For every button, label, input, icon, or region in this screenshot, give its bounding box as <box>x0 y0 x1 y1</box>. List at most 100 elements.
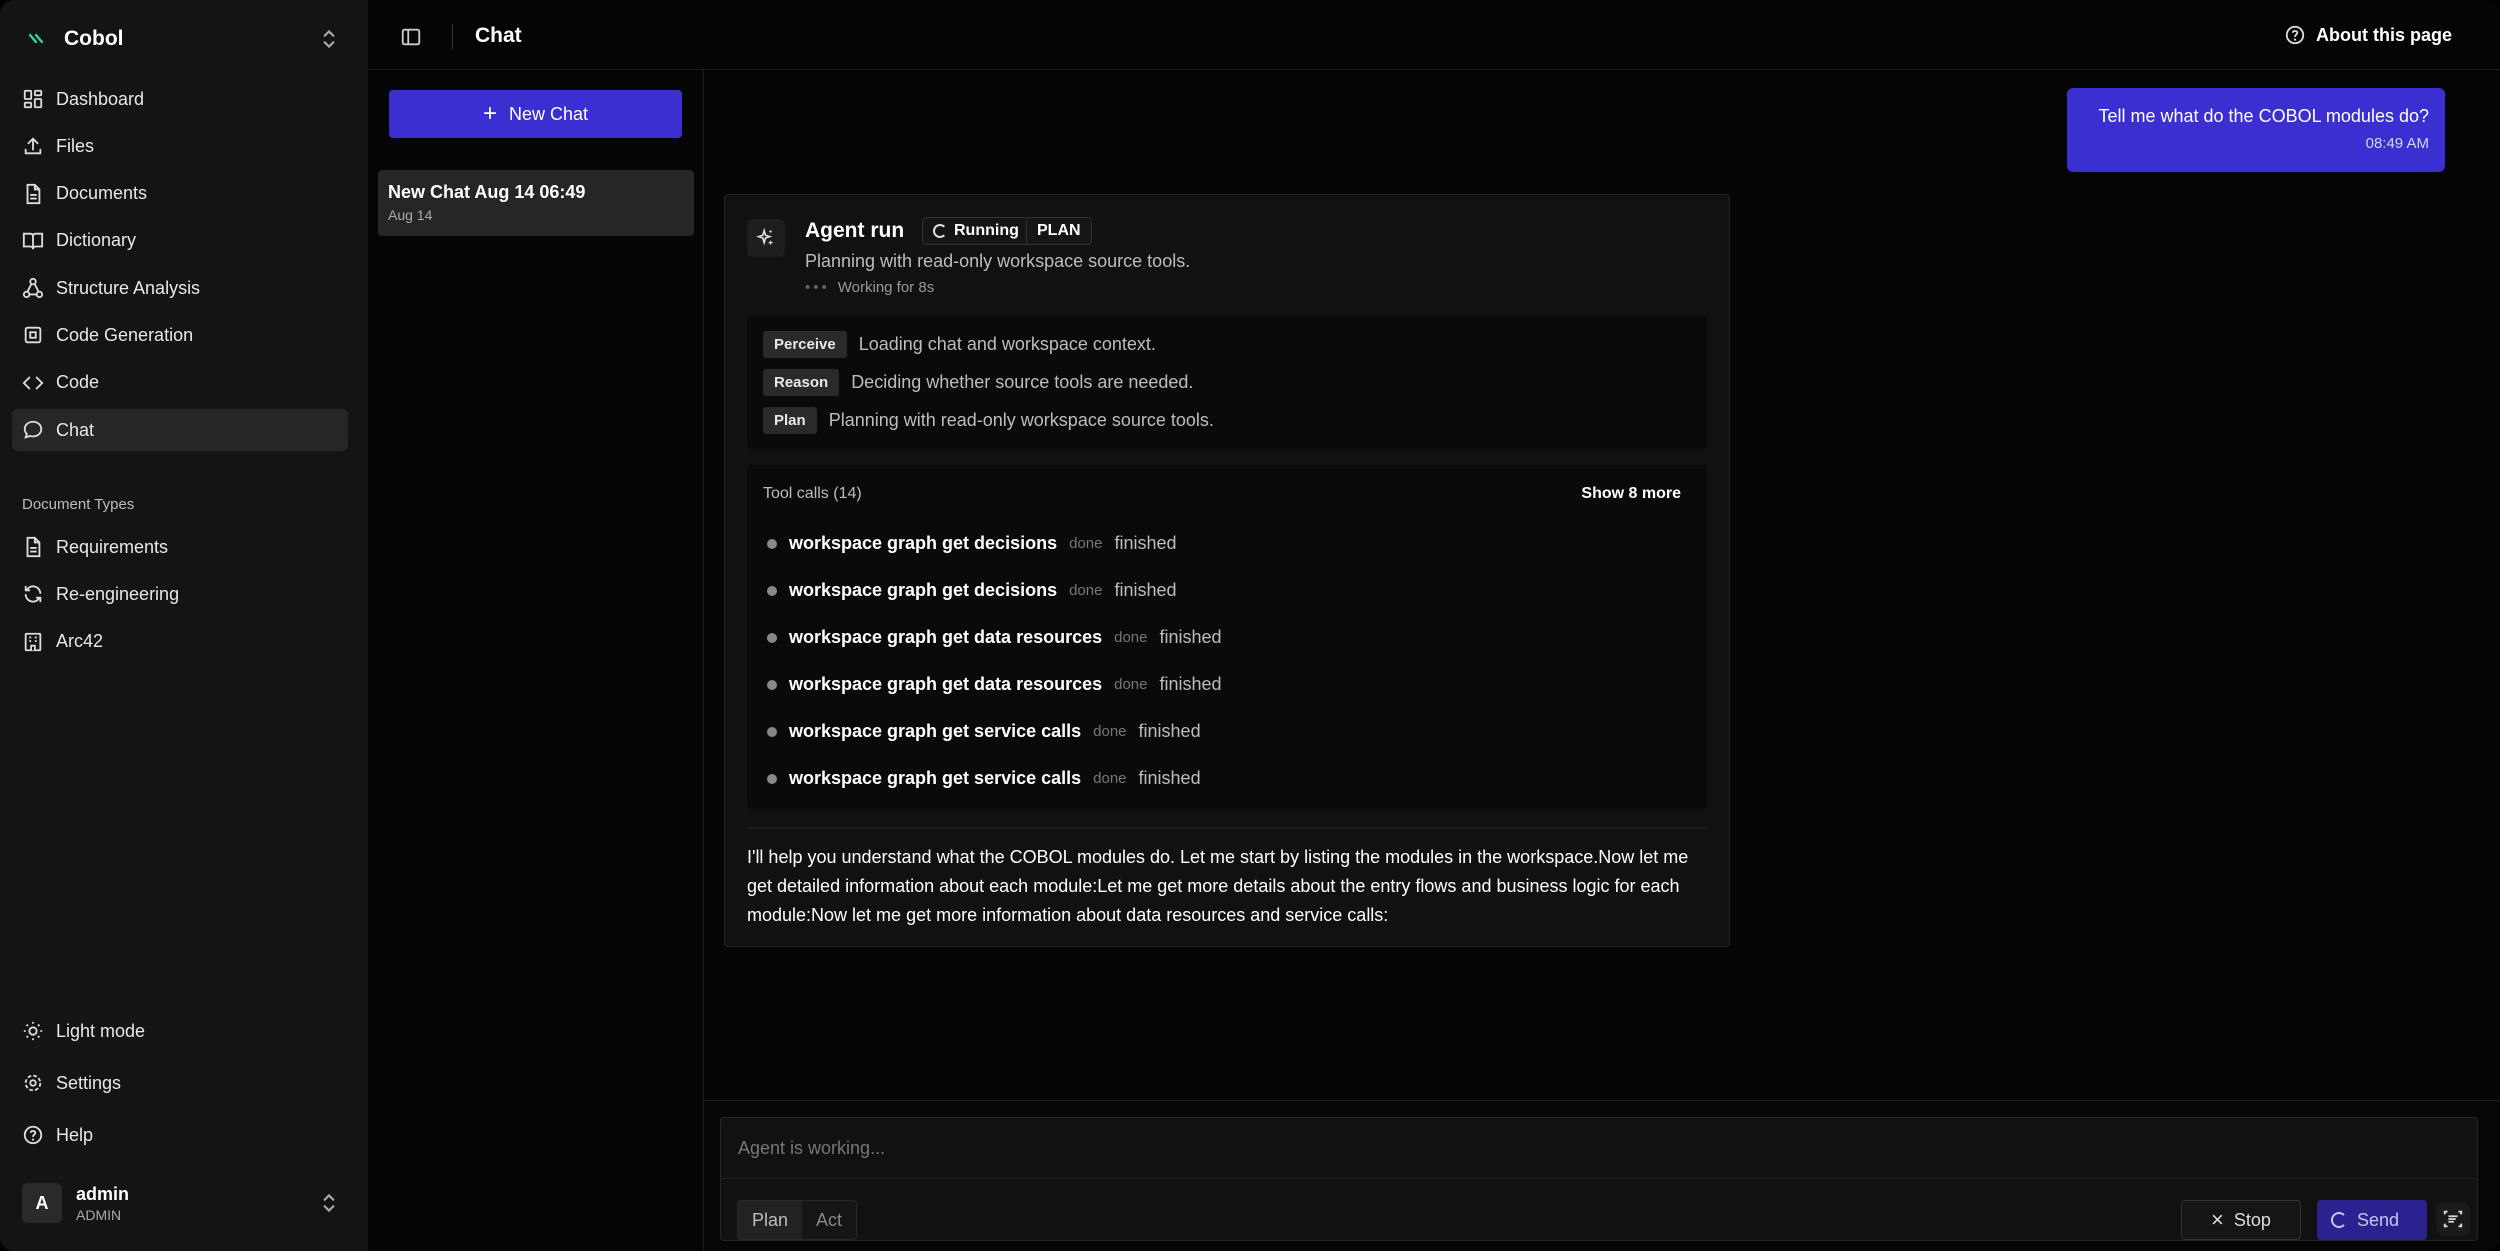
status-dot-icon <box>767 538 777 549</box>
brand-logo-icon <box>22 22 56 56</box>
tool-status: done <box>1114 676 1148 693</box>
chat-list: + New Chat New Chat Aug 14 06:49 Aug 14 <box>368 70 704 1251</box>
main-content: Chat About this page + New Chat New Chat… <box>368 0 2500 1251</box>
sidebar-item-files[interactable]: Files <box>12 125 348 167</box>
app-window: Cobol Dashboard Files Documents Dictiona… <box>0 0 2500 1251</box>
sidebar-item-label: Help <box>56 1124 94 1145</box>
tool-name: workspace graph get data resources <box>789 674 1103 694</box>
sidebar-item-dictionary[interactable]: Dictionary <box>12 220 348 262</box>
tool-result: finished <box>1138 768 1201 788</box>
sidebar-item-label: Dashboard <box>56 88 145 109</box>
sidebar: Cobol Dashboard Files Documents Dictiona… <box>0 0 368 1251</box>
sidebar-item-re-engineering[interactable]: Re-engineering <box>12 573 348 615</box>
tool-name: workspace graph get service calls <box>789 721 1082 741</box>
tool-call-row: workspace graph get decisions done finis… <box>767 533 1177 554</box>
user-message-text: Tell me what do the COBOL modules do? <box>2098 106 2429 126</box>
sidebar-item-label: Documents <box>56 183 148 204</box>
sidebar-item-help[interactable]: Help <box>12 1114 348 1156</box>
about-label: About this page <box>2316 24 2452 45</box>
sidebar-item-label: Arc42 <box>56 631 104 652</box>
code-icon <box>22 376 44 390</box>
network-icon <box>22 278 44 299</box>
sidebar-item-code-generation[interactable]: Code Generation <box>12 314 348 356</box>
sidebar-item-label: Settings <box>56 1072 122 1093</box>
book-icon <box>22 232 44 250</box>
close-icon: × <box>2211 1207 2224 1232</box>
tool-calls-title: Tool calls (14) <box>763 485 862 502</box>
tool-result: finished <box>1114 580 1177 600</box>
user-menu[interactable]: A admin ADMIN <box>22 1180 342 1226</box>
chip-icon <box>24 327 42 344</box>
avatar: A <box>22 1183 62 1223</box>
sidebar-item-settings[interactable]: Settings <box>12 1062 348 1104</box>
topbar-divider <box>452 24 453 50</box>
status-dot-icon <box>767 679 777 690</box>
user-name: admin <box>76 1183 130 1204</box>
user-message-time: 08:49 AM <box>2365 135 2429 152</box>
tool-status: done <box>1093 723 1127 740</box>
sidebar-item-chat[interactable]: Chat <box>12 409 348 452</box>
tool-call-row: workspace graph get data resources done … <box>767 674 1222 695</box>
sun-icon <box>23 1021 43 1041</box>
chat-item-date: Aug 14 <box>388 207 433 223</box>
workspace-switcher[interactable]: Cobol <box>22 22 342 56</box>
sidebar-item-label: Requirements <box>56 536 169 557</box>
message-input[interactable] <box>722 1119 2478 1179</box>
send-label: Send <box>2357 1209 2400 1230</box>
message-composer: Plan Act × Stop Send <box>704 1100 2500 1251</box>
sidebar-item-label: Code Generation <box>56 324 194 345</box>
divider <box>747 827 1707 829</box>
sidebar-item-arc42[interactable]: Arc42 <box>12 621 348 663</box>
send-button[interactable]: Send <box>2317 1200 2427 1240</box>
sidebar-toggle-icon[interactable] <box>400 26 422 48</box>
agent-run-card: Agent run Running PLAN Planning with rea… <box>724 194 1730 947</box>
help-icon <box>2285 25 2305 45</box>
user-message: Tell me what do the COBOL modules do? 08… <box>2067 88 2445 172</box>
sidebar-item-documents[interactable]: Documents <box>12 173 348 215</box>
sidebar-item-code[interactable]: Code <box>12 362 348 404</box>
conversation: Tell me what do the COBOL modules do? 08… <box>704 70 2500 1100</box>
sidebar-footer: Light mode Settings Help <box>12 1010 348 1166</box>
refresh-icon <box>24 585 42 603</box>
mode-act-button[interactable]: Act <box>802 1201 857 1239</box>
user-role: ADMIN <box>76 1206 122 1223</box>
topbar: Chat About this page <box>368 0 2500 70</box>
new-chat-button[interactable]: + New Chat <box>389 90 682 138</box>
chat-icon <box>23 420 43 439</box>
sidebar-item-label: Chat <box>56 419 95 440</box>
upload-icon <box>24 137 42 155</box>
document-icon <box>26 536 41 558</box>
phase-row: Perceive Loading chat and workspace cont… <box>763 331 1156 358</box>
tool-status: done <box>1114 629 1148 646</box>
agent-working-text: Working for 8s <box>837 279 935 296</box>
tool-name: workspace graph get service calls <box>789 768 1082 788</box>
phase-tag: Perceive <box>763 331 847 358</box>
new-chat-label: New Chat <box>508 103 589 124</box>
mode-plan-button[interactable]: Plan <box>738 1201 803 1239</box>
status-dot-icon <box>767 773 777 784</box>
sidebar-item-dashboard[interactable]: Dashboard <box>12 78 348 120</box>
status-dot-icon <box>767 726 777 737</box>
chat-list-item[interactable]: New Chat Aug 14 06:49 Aug 14 <box>378 170 694 236</box>
tool-status: done <box>1069 535 1103 552</box>
sidebar-item-structure-analysis[interactable]: Structure Analysis <box>12 267 348 309</box>
phase-text: Planning with read-only workspace source… <box>828 410 1214 430</box>
agent-run-title: Agent run <box>805 219 905 242</box>
floating-action-button[interactable] <box>2436 1202 2470 1236</box>
sidebar-item-requirements[interactable]: Requirements <box>12 526 348 568</box>
spinner-icon <box>2331 1212 2347 1228</box>
scan-text-icon <box>2443 1210 2463 1228</box>
phase-row: Reason Deciding whether source tools are… <box>763 369 1193 396</box>
light-mode-toggle[interactable]: Light mode <box>12 1010 348 1052</box>
building-icon <box>24 632 42 651</box>
phase-tag: Plan <box>763 407 817 434</box>
show-more-button[interactable]: Show 8 more <box>1581 485 1681 503</box>
chat-item-title: New Chat Aug 14 06:49 <box>388 182 586 202</box>
about-page-button[interactable]: About this page <box>2284 24 2452 46</box>
page-title: Chat <box>475 24 522 47</box>
document-types-nav: Requirements Re-engineering Arc42 <box>12 526 348 668</box>
tool-result: finished <box>1159 627 1222 647</box>
phase-text: Loading chat and workspace context. <box>858 334 1156 354</box>
stop-button[interactable]: × Stop <box>2181 1200 2301 1240</box>
tool-call-row: workspace graph get service calls done f… <box>767 721 1201 742</box>
